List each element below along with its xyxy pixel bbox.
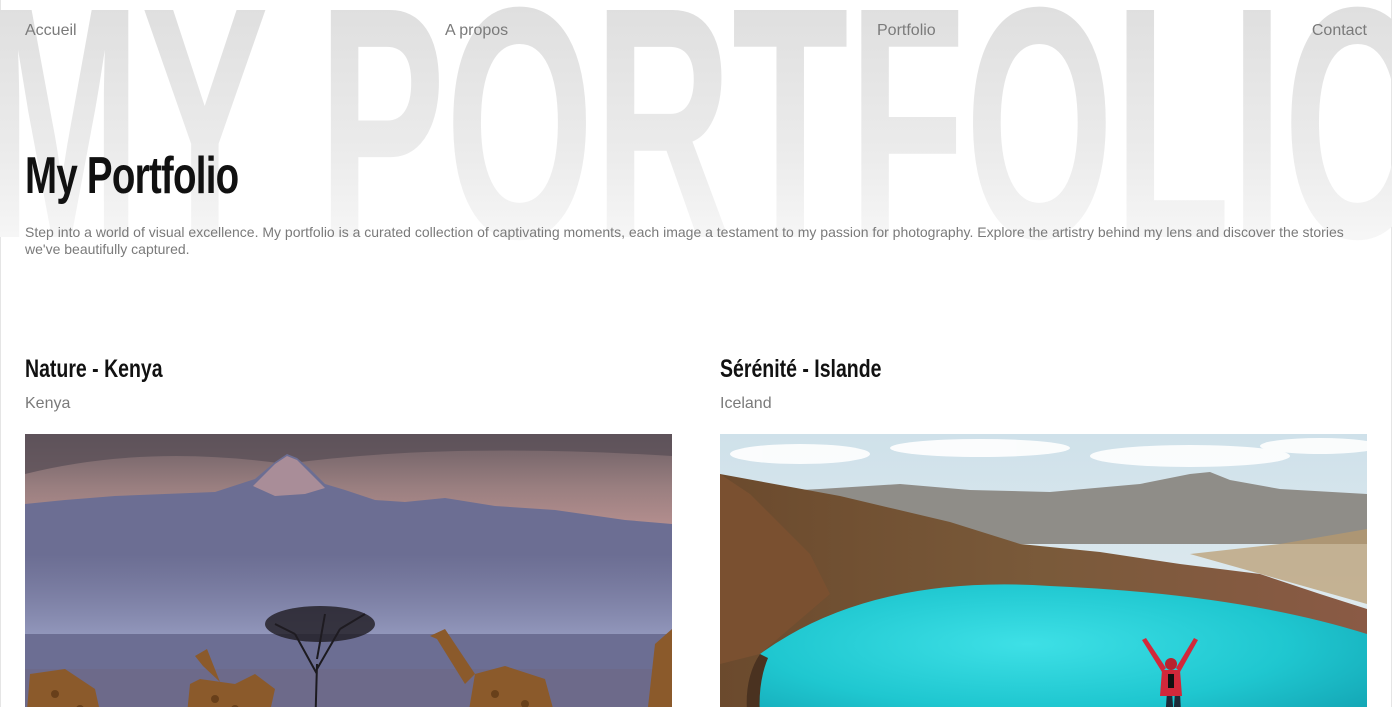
project-card-kenya[interactable]: Nature - Kenya Kenya <box>25 352 672 707</box>
page-title: My Portfolio <box>25 147 239 205</box>
crater-lake-hiker-photo[interactable] <box>720 434 1367 707</box>
main-nav: Accueil A propos Portfolio Contact <box>25 22 1367 46</box>
intro-text: Step into a world of visual excellence. … <box>25 224 1344 257</box>
project-card-iceland[interactable]: Sérénité - Islande Iceland <box>720 352 1367 707</box>
nav-link-contact[interactable]: Contact <box>1312 22 1367 40</box>
nav-link-accueil[interactable]: Accueil <box>25 22 77 40</box>
project-title: Sérénité - Islande <box>720 355 882 383</box>
project-location: Iceland <box>720 395 772 412</box>
project-location: Kenya <box>25 395 71 412</box>
project-title: Nature - Kenya <box>25 355 163 383</box>
nav-link-portfolio[interactable]: Portfolio <box>877 22 936 40</box>
giraffes-mountain-photo[interactable] <box>25 434 672 707</box>
page-border-left <box>0 0 1 707</box>
nav-link-a-propos[interactable]: A propos <box>445 22 508 40</box>
